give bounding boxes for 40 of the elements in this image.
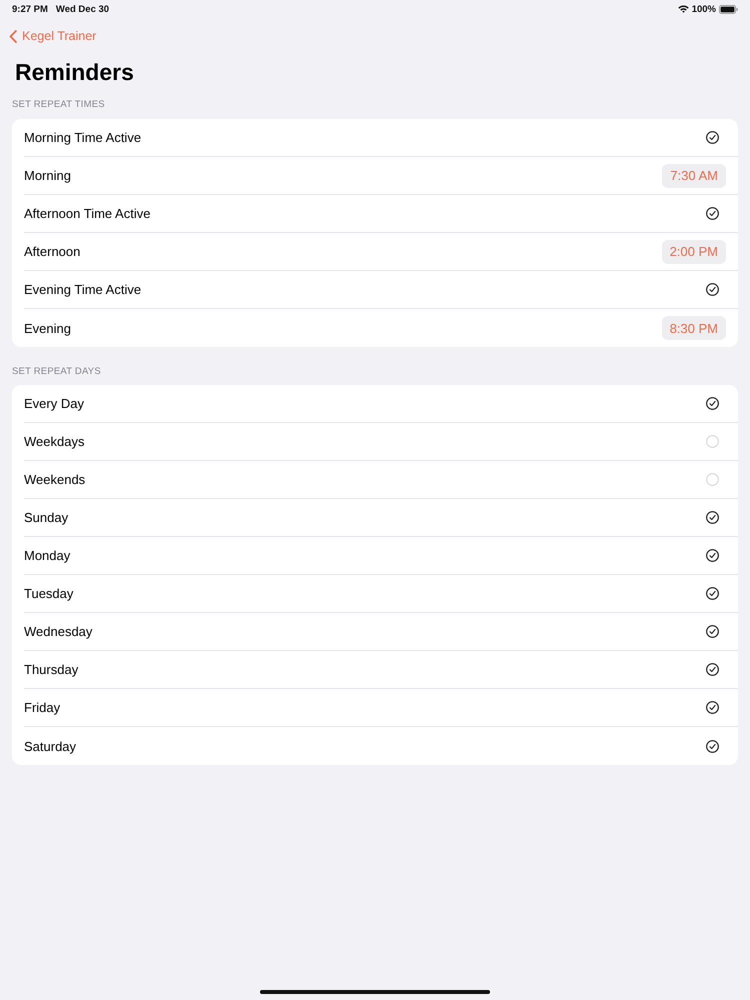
row-label: Wednesday	[24, 624, 92, 639]
row-label: Friday	[24, 700, 60, 715]
row-label: Weekends	[24, 472, 86, 487]
status-time: 9:27 PM	[12, 4, 48, 14]
status-date: Wed Dec 30	[56, 4, 110, 14]
section-header: SET REPEAT TIMES	[12, 98, 105, 112]
row-label: Sunday	[24, 510, 68, 525]
wifi-icon	[678, 5, 689, 13]
row-label: Morning	[24, 168, 71, 183]
row-label: Thursday	[24, 662, 78, 677]
time-button[interactable]: 7:30 AM	[662, 164, 726, 188]
checkmark-circle-icon[interactable]	[706, 625, 719, 638]
checkmark-circle-icon[interactable]	[706, 663, 719, 676]
checkmark-circle-icon[interactable]	[706, 397, 719, 410]
page-title: Reminders	[15, 58, 134, 87]
battery-percent: 100%	[692, 4, 716, 14]
time-button[interactable]: 2:00 PM	[662, 240, 726, 264]
row-label: Afternoon	[24, 244, 80, 259]
row-label: Tuesday	[24, 586, 74, 601]
checkmark-circle-icon[interactable]	[706, 549, 719, 562]
row-label: Every Day	[24, 396, 84, 411]
row-label: Monday	[24, 548, 70, 563]
checkmark-circle-icon[interactable]	[706, 587, 719, 600]
checkmark-circle-icon[interactable]	[706, 740, 719, 752]
back-button[interactable]: Kegel Trainer	[9, 29, 96, 43]
battery-icon	[719, 4, 738, 14]
row-label: Weekdays	[24, 434, 84, 449]
checkmark-circle-icon[interactable]	[706, 207, 719, 220]
checkmark-circle-icon[interactable]	[706, 701, 719, 714]
checkmark-circle-icon[interactable]	[706, 283, 719, 296]
checkmark-circle-icon[interactable]	[706, 131, 719, 144]
time-button[interactable]: 8:30 PM	[662, 316, 726, 340]
section-header: SET REPEAT DAYS	[12, 365, 101, 379]
row-label: Morning Time Active	[24, 130, 142, 145]
back-chevron-icon	[9, 30, 17, 42]
row-label: Afternoon Time Active	[24, 206, 150, 221]
row-label: Evening	[24, 320, 71, 336]
checkmark-circle-icon[interactable]	[706, 511, 719, 524]
row-label: Saturday	[24, 738, 76, 754]
row-label: Evening Time Active	[24, 282, 142, 297]
